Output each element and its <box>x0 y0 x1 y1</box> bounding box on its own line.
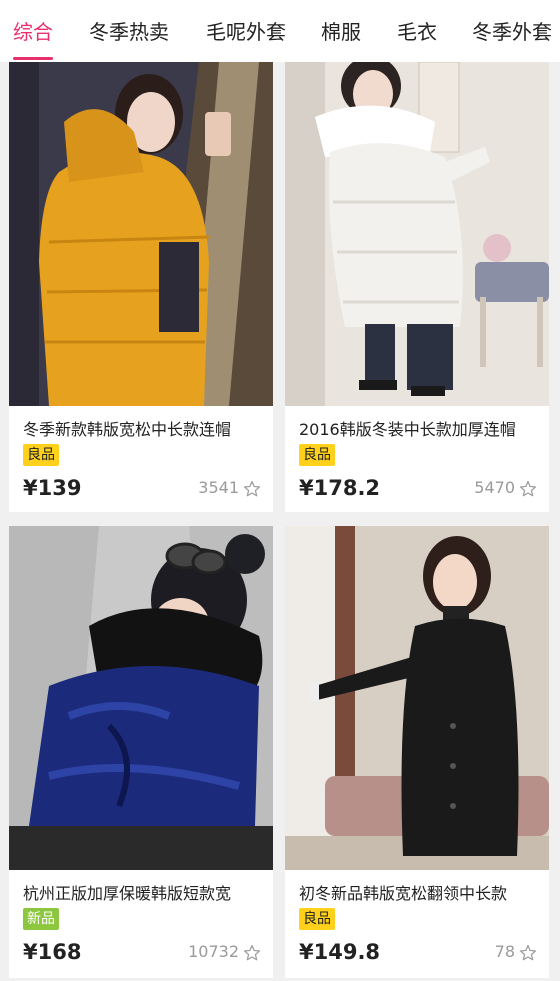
star-icon[interactable] <box>519 944 537 962</box>
tab-wool-coat[interactable]: 毛呢外套 <box>206 0 286 62</box>
tab-winter-hot[interactable]: 冬季热卖 <box>89 0 169 62</box>
star-icon[interactable] <box>243 944 261 962</box>
product-card[interactable]: 2016韩版冬装中长款加厚连帽 良品 ¥178.2 5470 <box>285 62 549 512</box>
quality-badge: 良品 <box>299 908 335 930</box>
product-price: ¥168 <box>23 940 82 964</box>
quality-badge: 新品 <box>23 908 59 930</box>
product-image[interactable] <box>9 526 273 870</box>
star-icon[interactable] <box>519 480 537 498</box>
product-price: ¥149.8 <box>299 940 381 964</box>
tab-label: 冬季热卖 <box>89 20 169 44</box>
tab-label: 毛呢外套 <box>206 20 286 44</box>
quality-badge: 良品 <box>23 444 59 466</box>
product-title[interactable]: 冬季新款韩版宽松中长款连帽 <box>23 416 267 440</box>
favorite-count: 78 <box>494 942 515 961</box>
tab-label: 毛衣 <box>397 20 437 44</box>
tab-comprehensive[interactable]: 综合 <box>13 0 53 62</box>
product-card[interactable]: 冬季新款韩版宽松中长款连帽 良品 ¥139 3541 <box>9 62 273 512</box>
tab-label: 棉服 <box>321 20 361 44</box>
product-title[interactable]: 杭州正版加厚保暖韩版短款宽 <box>23 880 267 904</box>
product-title[interactable]: 初冬新品韩版宽松翻领中长款 <box>299 880 543 904</box>
product-image[interactable] <box>9 62 273 406</box>
favorite-count: 3541 <box>198 478 239 497</box>
active-tab-indicator <box>13 57 53 60</box>
tab-sweater[interactable]: 毛衣 <box>397 0 437 62</box>
favorite-count: 5470 <box>474 478 515 497</box>
star-icon[interactable] <box>243 480 261 498</box>
category-tab-bar: 综合 冬季热卖 毛呢外套 棉服 毛衣 冬季外套 <box>0 0 560 62</box>
favorite-count: 10732 <box>188 942 239 961</box>
product-card[interactable]: 初冬新品韩版宽松翻领中长款 良品 ¥149.8 78 <box>285 526 549 978</box>
product-title[interactable]: 2016韩版冬装中长款加厚连帽 <box>299 416 543 440</box>
product-price: ¥139 <box>23 476 82 500</box>
product-card[interactable]: 杭州正版加厚保暖韩版短款宽 新品 ¥168 10732 <box>9 526 273 978</box>
tab-winter-outerwear[interactable]: 冬季外套 <box>472 0 552 62</box>
quality-badge: 良品 <box>299 444 335 466</box>
product-image[interactable] <box>285 62 549 406</box>
tab-label: 综合 <box>13 20 53 44</box>
tab-label: 冬季外套 <box>472 20 552 44</box>
product-image[interactable] <box>285 526 549 870</box>
tab-cotton-coat[interactable]: 棉服 <box>321 0 361 62</box>
product-price: ¥178.2 <box>299 476 381 500</box>
